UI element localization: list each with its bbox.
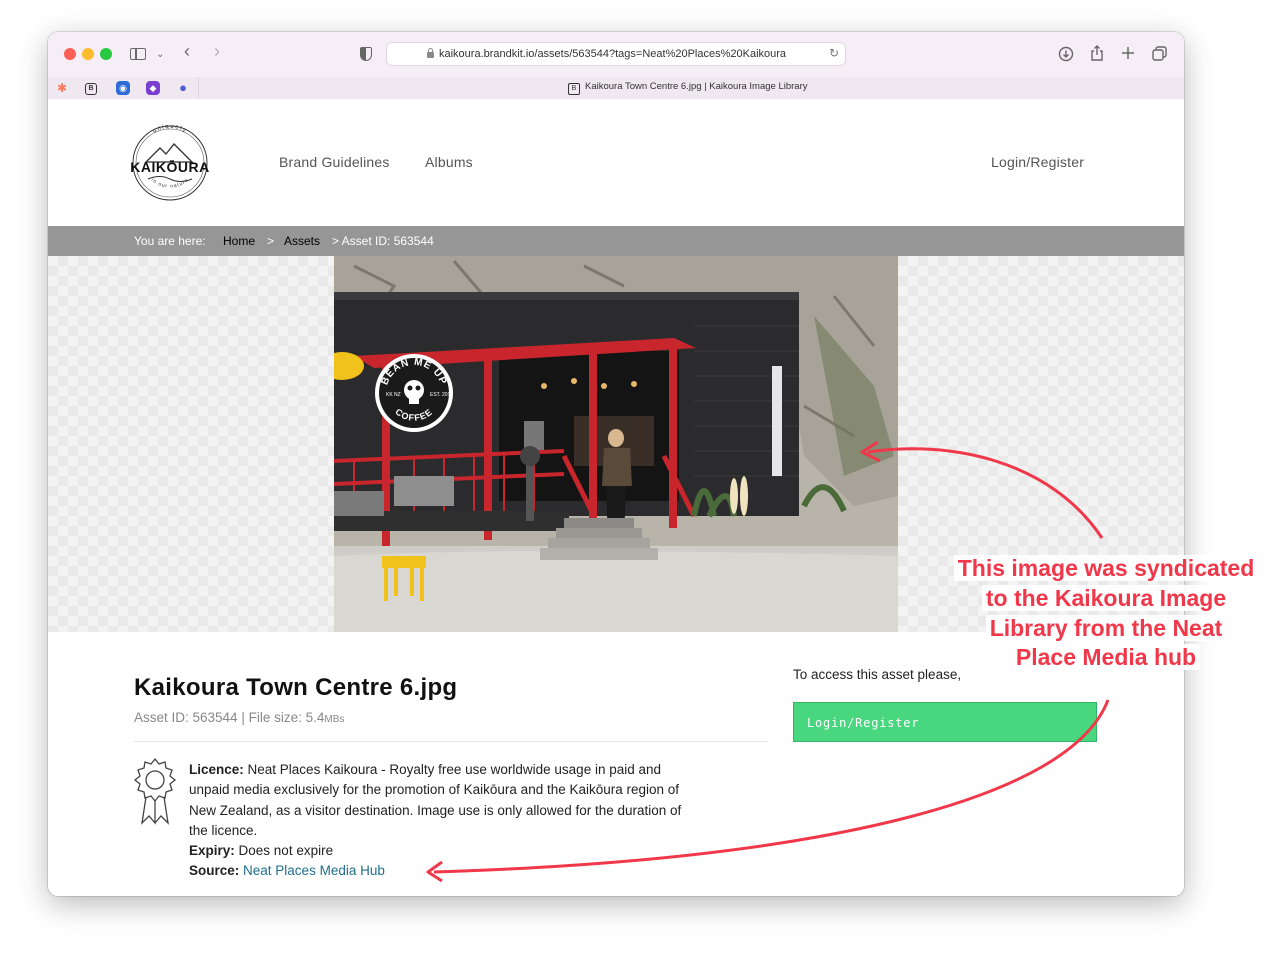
chat-favicon-icon[interactable]: ◉ — [116, 81, 130, 95]
breadcrumb-prefix: You are here: — [134, 234, 206, 248]
privacy-shield-icon[interactable] — [360, 47, 372, 61]
source-label: Source: — [189, 863, 240, 879]
forward-icon[interactable]: › — [214, 41, 220, 61]
asset-title: Kaikoura Town Centre 6.jpg — [134, 674, 458, 701]
download-icon[interactable] — [1058, 46, 1074, 62]
close-window-button[interactable] — [64, 48, 76, 60]
asset-id: Asset ID: 563544 — [134, 710, 238, 725]
reload-icon[interactable]: ↻ — [829, 46, 839, 60]
kaikoura-logo[interactable]: uniquely KAIKŌURA in our nature — [126, 124, 214, 202]
licence-info: Licence: Neat Places Kaikoura - Royalty … — [189, 760, 689, 882]
lock-icon — [427, 48, 434, 58]
breadcrumb-separator: > — [267, 234, 275, 248]
share-icon[interactable] — [1090, 44, 1104, 62]
callout-line-3: Library from the Neat — [985, 614, 1227, 641]
breadcrumb-current: > Asset ID: 563544 — [332, 234, 434, 248]
award-ribbon-icon — [133, 757, 177, 825]
callout-line-2: to the Kaikoura Image — [981, 584, 1231, 611]
login-register-button[interactable]: Login/Register — [793, 702, 1097, 742]
logo-name: KAIKŌURA — [130, 158, 209, 175]
minimize-window-button[interactable] — [82, 48, 94, 60]
licence-row: Licence: Neat Places Kaikoura - Royalty … — [189, 760, 689, 841]
sign-left-text: KK NZ — [386, 392, 401, 398]
file-size: File size: 5.4 — [248, 710, 325, 725]
expiry-label: Expiry: — [189, 843, 235, 859]
licence-text: Neat Places Kaikoura - Royalty free use … — [189, 762, 682, 838]
licence-label: Licence: — [189, 762, 244, 777]
address-bar[interactable]: kaikoura.brandkit.io/assets/563544?tags=… — [386, 42, 846, 66]
asset-photo[interactable]: BEAN ME UP COFFEE KK NZ EST. 2012 — [334, 256, 898, 632]
tab-title-text: Kaikoura Town Centre 6.jpg | Kaikoura Im… — [585, 81, 808, 92]
back-icon[interactable]: ‹ — [184, 41, 190, 61]
expiry-text: Does not expire — [234, 843, 334, 859]
breadcrumb-home[interactable]: Home — [223, 234, 255, 248]
url-text: kaikoura.brandkit.io/assets/563544?tags=… — [439, 48, 787, 60]
brandkit-tab-icon: B — [568, 83, 580, 95]
sidebar-icon[interactable] — [130, 48, 146, 60]
details-divider — [134, 741, 768, 742]
new-tab-icon[interactable] — [1121, 46, 1135, 60]
browser-window: ⌄ ‹ › kaikoura.brandkit.io/assets/563544… — [48, 32, 1184, 896]
asset-meta: Asset ID: 563544 | File size: 5.4MBs — [134, 710, 344, 725]
hubspot-favicon-icon[interactable]: ✱ — [55, 81, 69, 95]
expiry-row: Expiry: Does not expire — [189, 841, 689, 861]
sign-right-text: EST. 2012 — [430, 392, 453, 398]
meta-separator: | — [237, 710, 249, 725]
source-row: Source: Neat Places Media Hub — [189, 861, 689, 881]
shield-favicon-icon[interactable]: ◆ — [146, 81, 160, 95]
zoom-window-button[interactable] — [100, 48, 112, 60]
file-size-unit: MBs — [324, 714, 345, 725]
header-login-link[interactable]: Login/Register — [991, 154, 1084, 170]
callout-line-4: Place Media hub — [1011, 644, 1201, 671]
active-tab[interactable]: B Kaikoura Town Centre 6.jpg | Kaikoura I… — [568, 81, 808, 95]
brandkit-favicon-icon[interactable]: B — [85, 83, 97, 95]
tab-divider — [198, 77, 199, 99]
chevron-down-icon[interactable]: ⌄ — [156, 45, 164, 65]
browser-toolbar: ⌄ ‹ › kaikoura.brandkit.io/assets/563544… — [48, 32, 1184, 78]
nav-brand-guidelines[interactable]: Brand Guidelines — [279, 154, 390, 170]
access-prompt: To access this asset please, — [793, 667, 962, 682]
tab-bar: ✱ B ◉ ◆ ● B Kaikoura Town Centre 6.jpg | … — [48, 77, 1184, 100]
breadcrumb: You are here: Home > Assets > Asset ID: … — [48, 226, 1184, 256]
speech-bubble-favicon-icon[interactable]: ● — [176, 81, 190, 95]
nav-albums[interactable]: Albums — [425, 154, 473, 170]
source-link[interactable]: Neat Places Media Hub — [243, 863, 385, 878]
breadcrumb-assets[interactable]: Assets — [284, 234, 320, 248]
annotation-callout: This image was syndicated to the Kaikour… — [940, 554, 1272, 673]
callout-line-1: This image was syndicated — [953, 555, 1259, 581]
tab-overview-icon[interactable] — [1152, 46, 1168, 62]
site-header: uniquely KAIKŌURA in our nature Brand Gu… — [48, 99, 1184, 226]
